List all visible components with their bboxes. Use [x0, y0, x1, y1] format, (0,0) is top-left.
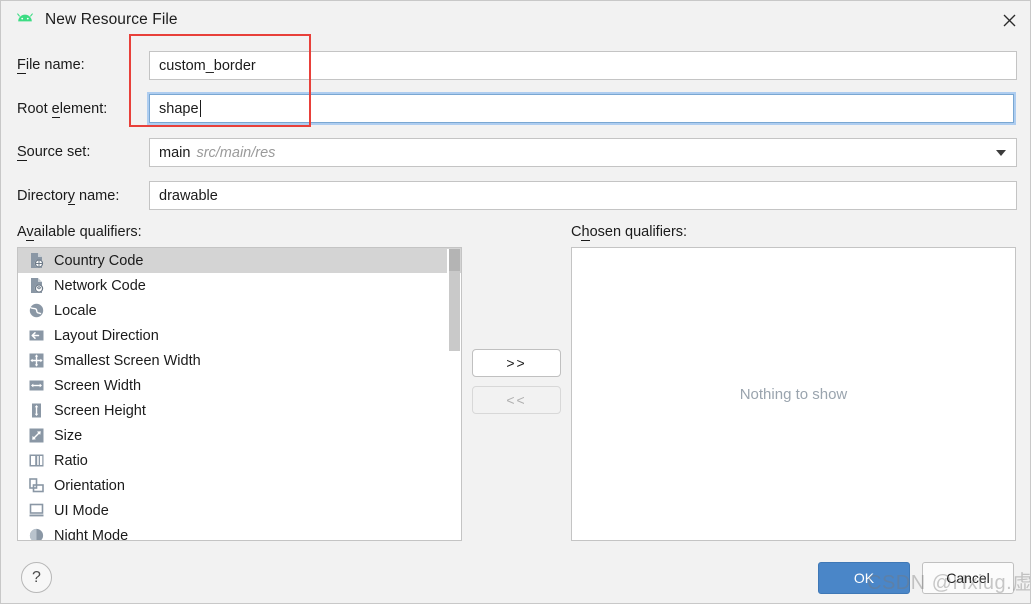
android-robot-icon [15, 10, 35, 30]
qualifier-item-label: Country Code [54, 252, 144, 269]
empty-state-text: Nothing to show [739, 385, 848, 403]
qualifier-item[interactable]: Layout Direction [18, 323, 461, 348]
arrow-horizontal-icon [28, 377, 45, 394]
new-resource-file-dialog: New Resource File File name: custom_bord… [0, 0, 1031, 604]
orientation-icon [28, 477, 45, 494]
chosen-qualifiers-label: Chosen qualifiers: [571, 224, 688, 241]
text-caret [199, 100, 201, 117]
night-mode-icon [28, 527, 45, 540]
qualifier-item[interactable]: Locale [18, 298, 461, 323]
globe-icon [28, 302, 45, 319]
file-name-input[interactable]: custom_border [149, 51, 1017, 80]
qualifier-item[interactable]: Country Code [18, 248, 461, 273]
qualifier-item[interactable]: Night Mode [18, 523, 461, 541]
country-code-icon [28, 252, 45, 269]
add-qualifier-button[interactable]: >> [472, 349, 561, 377]
qualifier-item[interactable]: Size [18, 423, 461, 448]
qualifier-item[interactable]: Screen Width [18, 373, 461, 398]
root-element-label: Root element: [17, 101, 108, 118]
file-name-value: custom_border [159, 57, 256, 74]
resize-all-icon [28, 352, 45, 369]
ok-label: OK [853, 570, 875, 586]
root-element-value: shape [159, 100, 199, 117]
close-icon[interactable] [986, 1, 1030, 39]
qualifier-item[interactable]: Orientation [18, 473, 461, 498]
remove-qualifier-label: << [506, 392, 527, 408]
directory-name-label: Directory name: [17, 188, 120, 205]
ok-button[interactable]: OK [818, 562, 910, 594]
available-qualifiers-list[interactable]: Country Code Network Code Locale Layout Dir… [17, 247, 462, 541]
scrollbar-thumb-top[interactable] [449, 249, 460, 271]
chosen-qualifiers-list[interactable]: Nothing to show [571, 247, 1016, 541]
window-title: New Resource File [45, 11, 178, 28]
directory-name-value: drawable [159, 187, 218, 204]
qualifier-item-label: Network Code [54, 277, 146, 294]
qualifier-item-label: Night Mode [54, 527, 129, 541]
cancel-label: Cancel [946, 570, 990, 586]
source-set-value: main [159, 144, 191, 161]
diagonal-resize-icon [28, 427, 45, 444]
root-element-input[interactable]: shape [149, 94, 1014, 123]
title-bar: New Resource File [1, 1, 1030, 39]
qualifier-item-label: Size [54, 427, 83, 444]
network-code-icon [28, 277, 45, 294]
source-set-path: src/main/res [196, 144, 276, 161]
directory-name-input[interactable]: drawable [149, 181, 1017, 210]
qualifier-item[interactable]: Network Code [18, 273, 461, 298]
remove-qualifier-button: << [472, 386, 561, 414]
cancel-button[interactable]: Cancel [922, 562, 1014, 594]
arrow-left-icon [28, 327, 45, 344]
qualifier-item[interactable]: Screen Height [18, 398, 461, 423]
file-name-label: File name: [17, 57, 85, 74]
qualifier-item-label: Smallest Screen Width [54, 352, 201, 369]
help-button[interactable]: ? [21, 562, 52, 593]
qualifier-item-label: UI Mode [54, 502, 109, 519]
arrow-vertical-icon [28, 402, 45, 419]
add-qualifier-label: >> [506, 355, 527, 371]
ratio-icon [28, 452, 45, 469]
source-set-label: Source set: [17, 144, 91, 161]
qualifier-item-label: Screen Height [54, 402, 146, 419]
available-qualifiers-label: Available qualifiers: [17, 224, 142, 241]
qualifier-item-label: Screen Width [54, 377, 142, 394]
qualifier-item[interactable]: UI Mode [18, 498, 461, 523]
qualifier-item-label: Ratio [54, 452, 88, 469]
available-list-scrollbar[interactable] [447, 249, 460, 540]
qualifier-item-label: Locale [54, 302, 97, 319]
help-label: ? [32, 568, 41, 586]
qualifier-item-label: Orientation [54, 477, 125, 494]
source-set-combobox[interactable]: main src/main/res [149, 138, 1017, 167]
qualifier-item[interactable]: Ratio [18, 448, 461, 473]
qualifier-item[interactable]: Smallest Screen Width [18, 348, 461, 373]
chevron-down-icon[interactable] [996, 149, 1006, 156]
qualifier-item-label: Layout Direction [54, 327, 159, 344]
ui-mode-icon [28, 502, 45, 519]
